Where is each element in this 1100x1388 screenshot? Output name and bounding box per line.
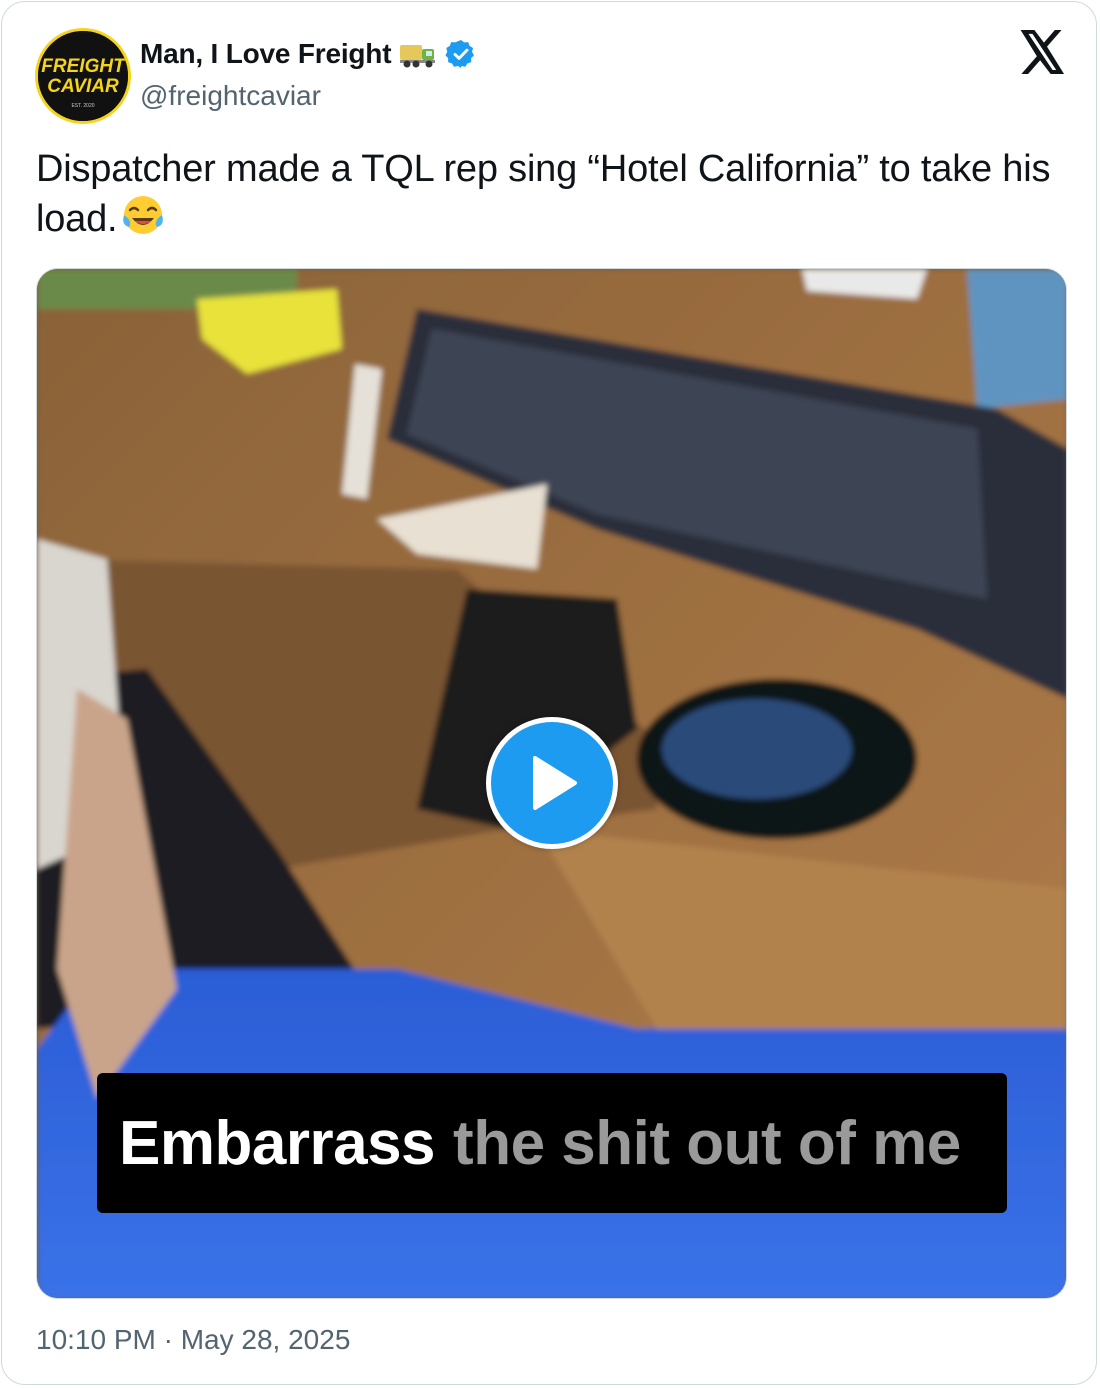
freight-caviar-logo-icon: FREIGHT CAVIAR EST. 2020 — [38, 31, 128, 121]
face-with-tears-of-joy-emoji-icon — [121, 193, 165, 249]
author-display-name[interactable]: Man, I Love Freight — [140, 38, 392, 70]
caption-remaining-text: the shit out of me — [453, 1108, 961, 1178]
x-logo-icon[interactable] — [1020, 30, 1066, 74]
caption-highlighted-word: Embarrass — [119, 1108, 436, 1178]
verified-badge-icon[interactable] — [445, 38, 477, 70]
svg-text:EST. 2020: EST. 2020 — [71, 103, 94, 109]
tweet-text: Dispatcher made a TQL rep sing “Hotel Ca… — [36, 146, 1072, 249]
tweet-text-body: Dispatcher made a TQL rep sing “Hotel Ca… — [36, 148, 1051, 240]
svg-text:CAVIAR: CAVIAR — [47, 76, 119, 97]
author-handle[interactable]: @freightcaviar — [140, 80, 321, 112]
author-name-row[interactable]: Man, I Love Freight — [140, 32, 477, 76]
truck-emoji-icon — [399, 39, 437, 69]
avatar[interactable]: FREIGHT CAVIAR EST. 2020 — [35, 28, 131, 124]
play-icon — [533, 756, 577, 810]
svg-text:FREIGHT: FREIGHT — [41, 56, 126, 77]
tweet-card[interactable]: FREIGHT CAVIAR EST. 2020 Man, I Love Fre… — [1, 1, 1097, 1385]
video-caption: Embarrass the shit out of me — [97, 1073, 1007, 1213]
tweet-timestamp[interactable]: 10:10 PM · May 28, 2025 — [36, 1324, 350, 1356]
play-button[interactable] — [486, 717, 618, 849]
video-player[interactable]: Embarrass the shit out of me — [36, 268, 1067, 1299]
